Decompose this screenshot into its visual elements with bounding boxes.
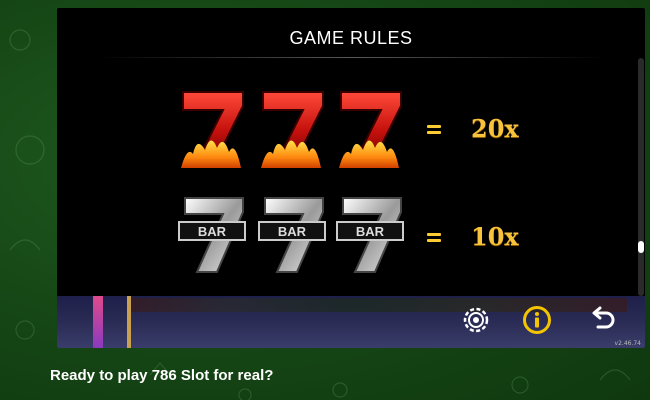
equals-sign — [427, 232, 441, 244]
silver-bar-seven-icon: BAR — [178, 197, 246, 273]
bar-label: BAR — [356, 224, 385, 239]
red-seven-flame-icon — [261, 91, 324, 168]
rules-scrollbar[interactable] — [638, 58, 644, 296]
rules-title: GAME RULES — [289, 28, 413, 48]
silver-bar-seven-icon: BAR — [258, 197, 326, 273]
bar-label: BAR — [198, 224, 227, 239]
scrollbar-thumb[interactable] — [638, 241, 644, 253]
control-bar: v2.46.74 — [57, 296, 645, 348]
back-arrow-icon — [592, 306, 615, 329]
play-for-real-prompt: Ready to play 786 Slot for real? — [50, 367, 274, 384]
back-button[interactable] — [587, 304, 619, 336]
gear-icon — [463, 307, 489, 333]
info-icon — [523, 306, 551, 334]
version-label: v2.46.74 — [614, 340, 641, 347]
settings-button[interactable] — [460, 304, 492, 336]
paytable-row-bar-sevens: BAR BAR BAR 10x — [57, 196, 645, 286]
payout-value: 10x — [471, 222, 519, 251]
silver-bar-seven-icon: BAR — [336, 197, 404, 273]
paytable-row-red-sevens: 20x — [57, 88, 645, 178]
info-button[interactable] — [521, 304, 553, 336]
reel-frame-edge — [127, 296, 131, 348]
bar-label: BAR — [278, 224, 307, 239]
equals-sign — [427, 124, 441, 136]
red-seven-flame-icon — [339, 91, 402, 168]
payout-value: 20x — [471, 114, 519, 143]
red-seven-flame-icon — [181, 91, 244, 168]
game-rules-panel: GAME RULES 20x BAR BAR BAR 10x v2.46.74 — [57, 8, 645, 348]
title-divider — [97, 57, 607, 58]
reel-frame-edge — [93, 296, 103, 348]
